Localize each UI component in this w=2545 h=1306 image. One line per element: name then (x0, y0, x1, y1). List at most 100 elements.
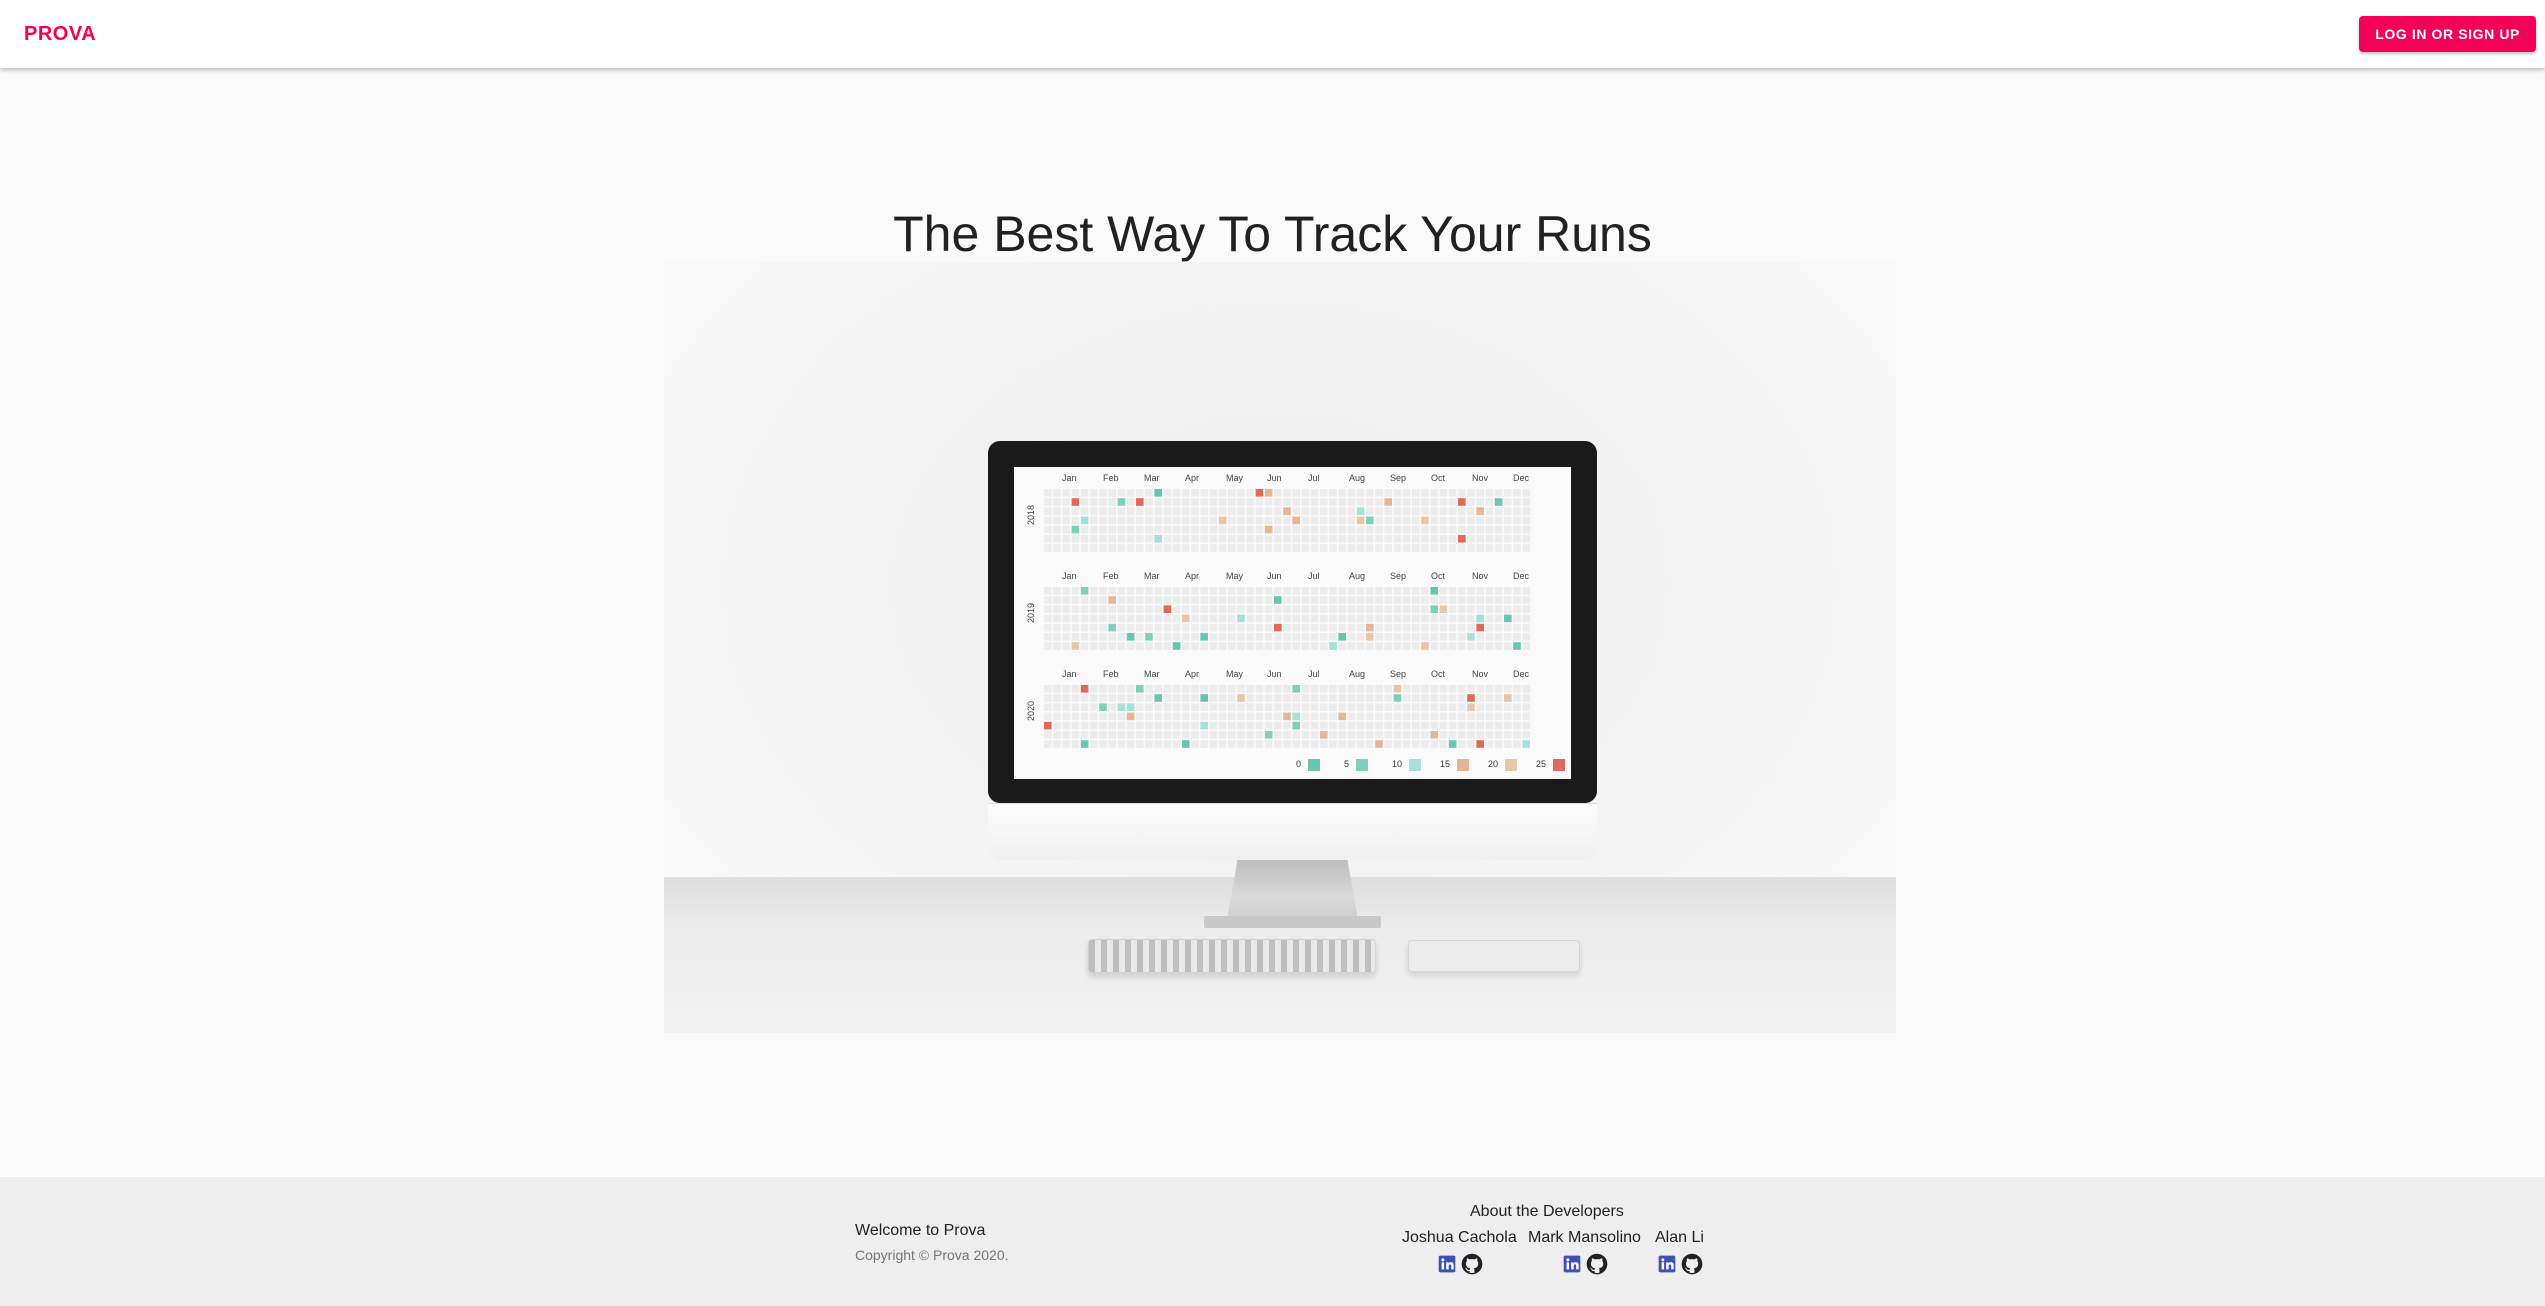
calendar-day-cell (1264, 642, 1273, 650)
calendar-day-cell (1080, 587, 1089, 595)
calendar-day-cell (1412, 516, 1420, 525)
calendar-day-cell (1310, 712, 1319, 721)
calendar-day-cell (1356, 740, 1365, 748)
calendar-day-cell (1283, 516, 1291, 525)
calendar-day-cell (1172, 731, 1181, 739)
calendar-day-cell (1412, 721, 1420, 730)
calendar-day-cell (1080, 703, 1089, 711)
calendar-day-cell (1080, 731, 1089, 739)
login-signup-button[interactable]: LOG IN OR SIGN UP (2359, 16, 2536, 52)
github-icon[interactable] (1461, 1253, 1483, 1275)
calendar-day-cell (1522, 623, 1530, 632)
calendar-day-cell (1494, 525, 1503, 534)
calendar-day-cell (1080, 721, 1089, 730)
calendar-day-cell (1504, 507, 1512, 515)
calendar-day-cell (1467, 507, 1475, 515)
linkedin-icon[interactable] (1561, 1253, 1583, 1275)
calendar-day-cell (1513, 623, 1521, 632)
calendar-day-cell (1347, 694, 1356, 702)
calendar-day-cell (1237, 633, 1245, 641)
calendar-day-cell (1191, 731, 1199, 739)
calendar-day-cell (1126, 703, 1135, 711)
calendar-day-cell (1485, 614, 1494, 623)
calendar-day-cell (1513, 525, 1521, 534)
monitor-stand (1227, 860, 1358, 920)
calendar-day-cell (1375, 507, 1383, 515)
legend-swatch (1409, 759, 1421, 771)
month-label: Jan (1062, 571, 1077, 581)
calendar-day-cell (1421, 712, 1429, 721)
calendar-day-cell (1522, 633, 1530, 641)
calendar-day-cell (1338, 633, 1346, 641)
calendar-day-cell (1504, 740, 1512, 748)
calendar-day-cell (1421, 507, 1429, 515)
calendar-day-cell (1356, 623, 1365, 632)
calendar-day-cell (1264, 703, 1273, 711)
calendar-day-cell (1237, 587, 1245, 595)
calendar-day-cell (1246, 703, 1254, 711)
calendar-day-cell (1430, 731, 1438, 739)
calendar-day-cell (1163, 685, 1172, 693)
calendar-day-cell (1209, 731, 1218, 739)
calendar-day-cell (1338, 614, 1346, 623)
calendar-day-cell (1329, 587, 1337, 595)
calendar-day-cell (1117, 685, 1126, 693)
calendar-day-cell (1338, 544, 1346, 552)
calendar-day-cell (1145, 712, 1153, 721)
linkedin-icon[interactable] (1436, 1253, 1458, 1275)
linkedin-icon[interactable] (1656, 1253, 1678, 1275)
legend-label: 10 (1392, 759, 1402, 769)
calendar-day-cell (1402, 535, 1411, 543)
calendar-day-cell (1476, 544, 1484, 552)
calendar-day-cell (1237, 507, 1245, 515)
calendar-day-cell (1384, 507, 1392, 515)
calendar-day-cell (1430, 525, 1438, 534)
brand-logo[interactable]: PROVA (24, 23, 96, 46)
calendar-day-cell (1163, 642, 1172, 650)
calendar-day-cell (1412, 623, 1420, 632)
calendar-day-cell (1485, 685, 1494, 693)
calendar-day-cell (1172, 587, 1181, 595)
github-icon[interactable] (1586, 1253, 1608, 1275)
calendar-day-cell (1080, 498, 1089, 506)
calendar-day-cell (1467, 498, 1475, 506)
calendar-day-cell (1182, 544, 1190, 552)
calendar-day-cell (1099, 731, 1107, 739)
calendar-day-cell (1274, 516, 1282, 525)
calendar-day-cell (1513, 721, 1521, 730)
calendar-day-cell (1044, 507, 1052, 515)
calendar-day-cell (1228, 525, 1236, 534)
calendar-day-cell (1504, 642, 1512, 650)
calendar-day-cell (1108, 605, 1116, 613)
calendar-day-cell (1071, 623, 1080, 632)
calendar-day-cell (1301, 498, 1310, 506)
calendar-day-cell (1264, 614, 1273, 623)
calendar-day-cell (1356, 544, 1365, 552)
calendar-day-cell (1329, 525, 1337, 534)
github-icon[interactable] (1681, 1253, 1703, 1275)
calendar-day-cell (1090, 633, 1098, 641)
calendar-day-cell (1375, 489, 1383, 497)
calendar-day-cell (1145, 498, 1153, 506)
calendar-day-cell (1108, 614, 1116, 623)
calendar-day-cell (1053, 614, 1061, 623)
calendar-day-cell (1044, 642, 1052, 650)
calendar-day-cell (1200, 535, 1208, 543)
calendar-day-cell (1494, 587, 1503, 595)
calendar-day-cell (1062, 587, 1070, 595)
calendar-day-cell (1421, 642, 1429, 650)
calendar-day-cell (1136, 740, 1144, 748)
calendar-day-cell (1430, 633, 1438, 641)
calendar-day-cell (1274, 703, 1282, 711)
calendar-day-cell (1412, 694, 1420, 702)
calendar-day-cell (1145, 587, 1153, 595)
calendar-day-cell (1310, 740, 1319, 748)
calendar-day-cell (1522, 694, 1530, 702)
calendar-day-cell (1458, 703, 1466, 711)
calendar-day-cell (1356, 685, 1365, 693)
calendar-day-cell (1218, 731, 1227, 739)
calendar-day-cell (1237, 721, 1245, 730)
calendar-day-cell (1200, 694, 1208, 702)
calendar-day-cell (1126, 731, 1135, 739)
calendar-day-cell (1145, 614, 1153, 623)
